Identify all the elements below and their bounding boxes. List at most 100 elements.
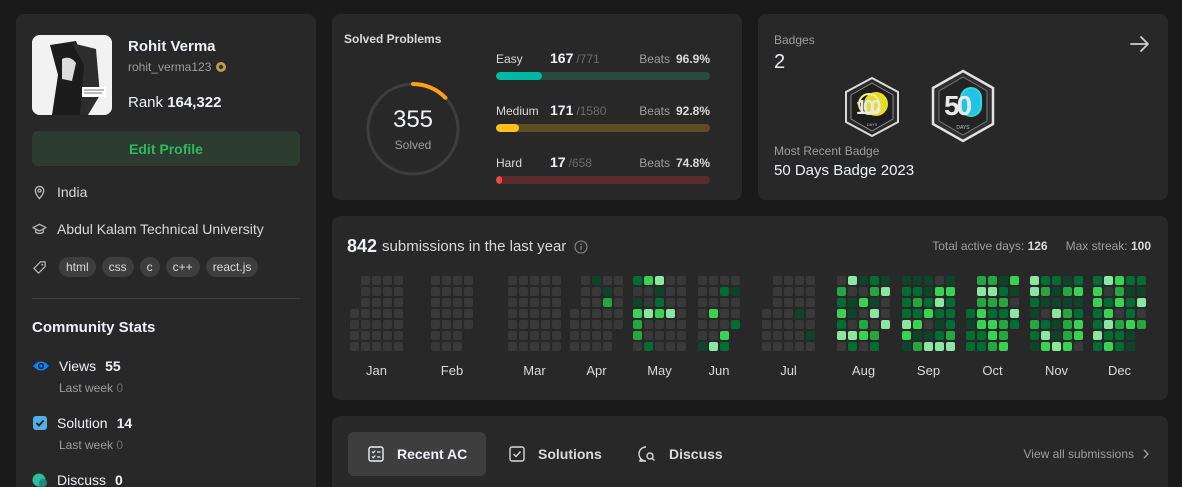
arrow-right-icon[interactable] xyxy=(1128,32,1152,56)
heatmap-day-cell[interactable] xyxy=(1126,342,1135,351)
heatmap-day-cell[interactable] xyxy=(1093,342,1102,351)
heatmap-day-cell[interactable] xyxy=(1093,320,1102,329)
heatmap-day-cell[interactable] xyxy=(859,287,868,296)
heatmap-day-cell[interactable] xyxy=(530,342,539,351)
heatmap-day-cell[interactable] xyxy=(1137,309,1146,318)
heatmap-day-cell[interactable] xyxy=(881,287,890,296)
heatmap-day-cell[interactable] xyxy=(806,320,815,329)
heatmap-day-cell[interactable] xyxy=(1052,331,1061,340)
heatmap-day-cell[interactable] xyxy=(592,276,601,285)
heatmap-day-cell[interactable] xyxy=(603,342,612,351)
heatmap-day-cell[interactable] xyxy=(519,342,528,351)
heatmap-day-cell[interactable] xyxy=(541,298,550,307)
heatmap-day-cell[interactable] xyxy=(581,287,590,296)
heatmap-day-cell[interactable] xyxy=(1104,287,1113,296)
heatmap-day-cell[interactable] xyxy=(881,298,890,307)
heatmap-day-cell[interactable] xyxy=(666,320,675,329)
heatmap-day-cell[interactable] xyxy=(1063,320,1072,329)
heatmap-day-cell[interactable] xyxy=(644,276,653,285)
heatmap-day-cell[interactable] xyxy=(655,342,664,351)
heatmap-day-cell[interactable] xyxy=(552,298,561,307)
heatmap-day-cell[interactable] xyxy=(859,309,868,318)
heatmap-day-cell[interactable] xyxy=(581,309,590,318)
heatmap-day-cell[interactable] xyxy=(552,309,561,318)
heatmap-day-cell[interactable] xyxy=(946,298,955,307)
heatmap-day-cell[interactable] xyxy=(1137,320,1146,329)
heatmap-day-cell[interactable] xyxy=(1126,276,1135,285)
heatmap-day-cell[interactable] xyxy=(530,276,539,285)
heatmap-day-cell[interactable] xyxy=(1104,342,1113,351)
heatmap-day-cell[interactable] xyxy=(508,309,517,318)
heatmap-day-cell[interactable] xyxy=(453,298,462,307)
heatmap-day-cell[interactable] xyxy=(1063,298,1072,307)
heatmap-day-cell[interactable] xyxy=(372,276,381,285)
heatmap-day-cell[interactable] xyxy=(464,298,473,307)
heatmap-day-cell[interactable] xyxy=(614,298,623,307)
heatmap-day-cell[interactable] xyxy=(431,331,440,340)
heatmap-day-cell[interactable] xyxy=(519,287,528,296)
heatmap-day-cell[interactable] xyxy=(966,309,975,318)
heatmap-day-cell[interactable] xyxy=(383,298,392,307)
heatmap-day-cell[interactable] xyxy=(881,309,890,318)
heatmap-day-cell[interactable] xyxy=(1093,287,1102,296)
heatmap-day-cell[interactable] xyxy=(806,342,815,351)
heatmap-day-cell[interactable] xyxy=(902,276,911,285)
heatmap-day-cell[interactable] xyxy=(924,309,933,318)
heatmap-day-cell[interactable] xyxy=(1126,309,1135,318)
heatmap-day-cell[interactable] xyxy=(795,342,804,351)
heatmap-day-cell[interactable] xyxy=(848,342,857,351)
heatmap-day-cell[interactable] xyxy=(731,309,740,318)
heatmap-day-cell[interactable] xyxy=(464,309,473,318)
heatmap-day-cell[interactable] xyxy=(350,309,359,318)
skill-tag[interactable]: c xyxy=(139,257,160,277)
heatmap-day-cell[interactable] xyxy=(453,331,462,340)
heatmap-day-cell[interactable] xyxy=(935,331,944,340)
heatmap-day-cell[interactable] xyxy=(552,320,561,329)
heatmap-day-cell[interactable] xyxy=(698,320,707,329)
heatmap-day-cell[interactable] xyxy=(773,287,782,296)
heatmap-day-cell[interactable] xyxy=(870,331,879,340)
heatmap-day-cell[interactable] xyxy=(541,331,550,340)
heatmap-day-cell[interactable] xyxy=(720,320,729,329)
heatmap-day-cell[interactable] xyxy=(784,287,793,296)
heatmap-day-cell[interactable] xyxy=(508,276,517,285)
heatmap-day-cell[interactable] xyxy=(361,342,370,351)
heatmap-day-cell[interactable] xyxy=(924,298,933,307)
heatmap-day-cell[interactable] xyxy=(977,331,986,340)
heatmap-day-cell[interactable] xyxy=(519,331,528,340)
heatmap-day-cell[interactable] xyxy=(870,287,879,296)
info-icon[interactable] xyxy=(574,239,588,254)
heatmap-day-cell[interactable] xyxy=(1041,331,1050,340)
heatmap-day-cell[interactable] xyxy=(541,320,550,329)
heatmap-day-cell[interactable] xyxy=(902,331,911,340)
heatmap-day-cell[interactable] xyxy=(552,331,561,340)
heatmap-day-cell[interactable] xyxy=(581,320,590,329)
heatmap-day-cell[interactable] xyxy=(431,309,440,318)
heatmap-day-cell[interactable] xyxy=(913,287,922,296)
heatmap-day-cell[interactable] xyxy=(999,287,1008,296)
heatmap-day-cell[interactable] xyxy=(913,331,922,340)
heatmap-day-cell[interactable] xyxy=(881,320,890,329)
heatmap-day-cell[interactable] xyxy=(1010,309,1019,318)
heatmap-day-cell[interactable] xyxy=(848,331,857,340)
heatmap-day-cell[interactable] xyxy=(372,309,381,318)
heatmap-day-cell[interactable] xyxy=(442,342,451,351)
heatmap-day-cell[interactable] xyxy=(603,287,612,296)
heatmap-day-cell[interactable] xyxy=(795,320,804,329)
heatmap-day-cell[interactable] xyxy=(383,309,392,318)
heatmap-day-cell[interactable] xyxy=(633,298,642,307)
heatmap-day-cell[interactable] xyxy=(394,331,403,340)
heatmap-day-cell[interactable] xyxy=(633,342,642,351)
heatmap-day-cell[interactable] xyxy=(541,309,550,318)
heatmap-day-cell[interactable] xyxy=(442,298,451,307)
heatmap-day-cell[interactable] xyxy=(383,342,392,351)
heatmap-day-cell[interactable] xyxy=(530,320,539,329)
heatmap-day-cell[interactable] xyxy=(519,309,528,318)
heatmap-day-cell[interactable] xyxy=(350,320,359,329)
heatmap-day-cell[interactable] xyxy=(383,320,392,329)
heatmap-day-cell[interactable] xyxy=(795,331,804,340)
heatmap-day-cell[interactable] xyxy=(677,331,686,340)
heatmap-day-cell[interactable] xyxy=(633,309,642,318)
heatmap-day-cell[interactable] xyxy=(644,320,653,329)
heatmap-day-cell[interactable] xyxy=(1030,331,1039,340)
